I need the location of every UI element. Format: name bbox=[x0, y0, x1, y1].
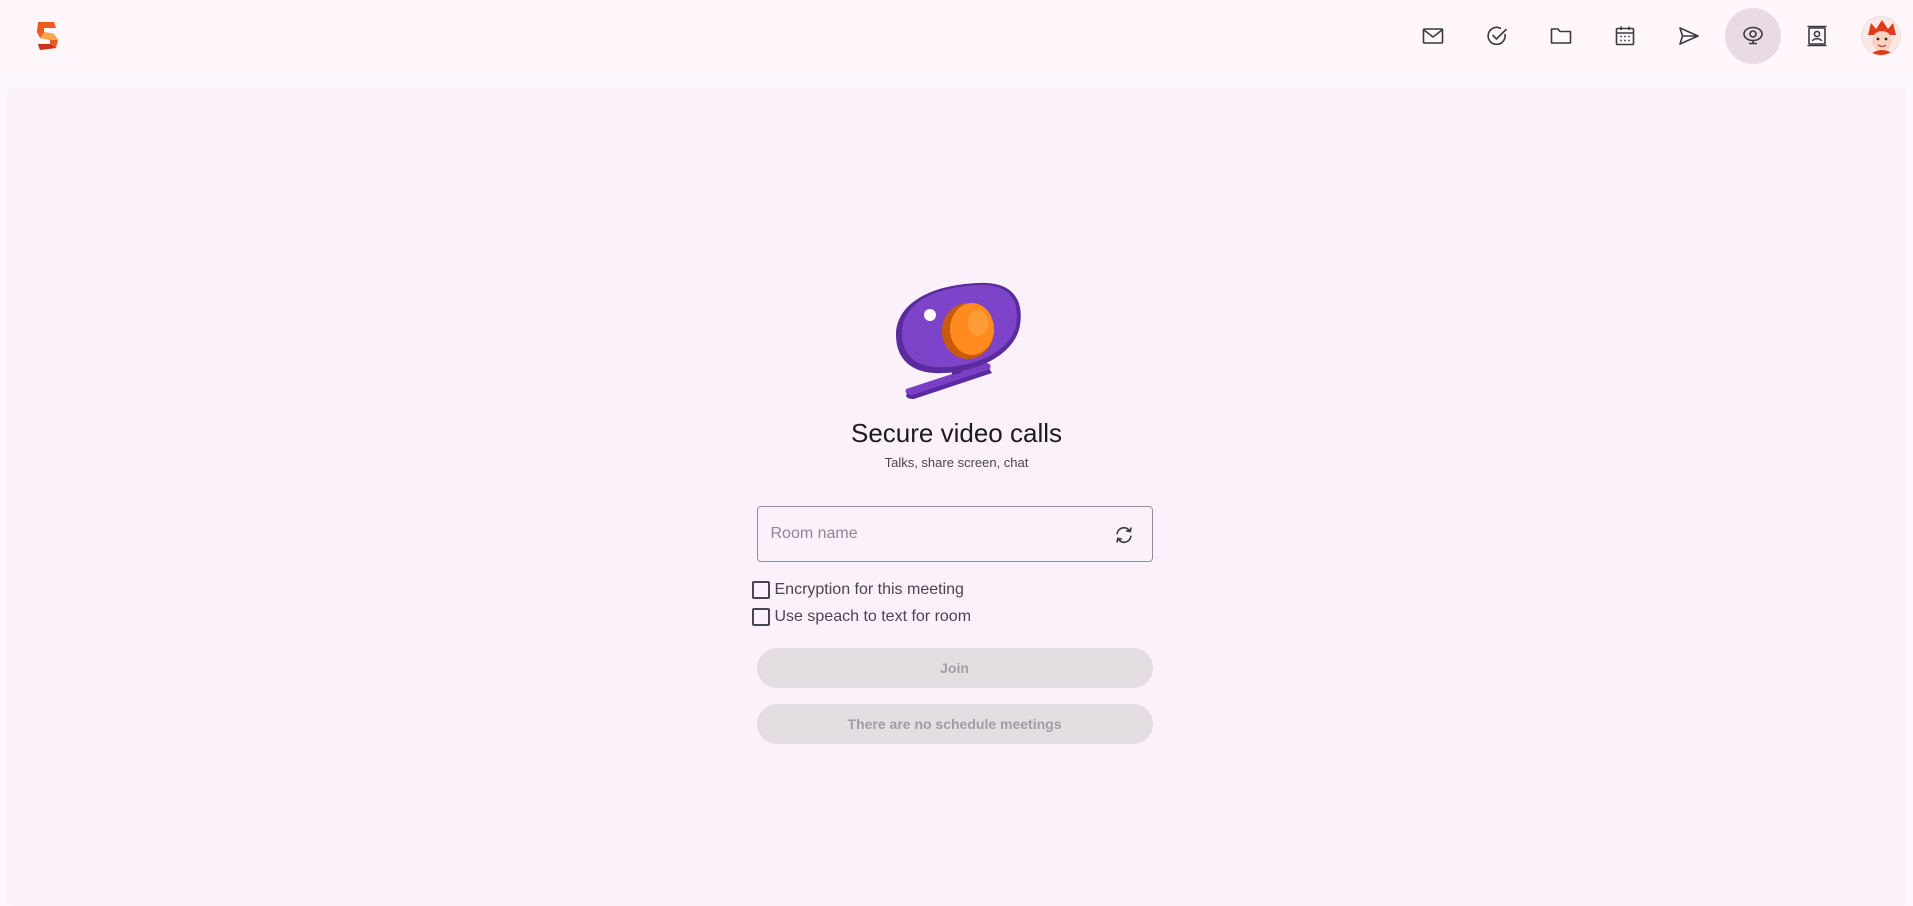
nav-contacts-button[interactable] bbox=[1789, 8, 1845, 64]
app-logo[interactable] bbox=[34, 20, 60, 52]
speech-to-text-checkbox[interactable] bbox=[751, 608, 770, 626]
mail-icon bbox=[1422, 28, 1444, 44]
refresh-icon bbox=[1115, 526, 1132, 544]
speech-to-text-label: Use speach to text for room bbox=[774, 608, 972, 625]
nav-tasks-button[interactable] bbox=[1469, 8, 1525, 64]
page-title: Secure video calls bbox=[851, 418, 1062, 448]
nav-files-button[interactable] bbox=[1533, 8, 1589, 64]
join-button[interactable]: Join bbox=[756, 648, 1153, 688]
folder-icon bbox=[1550, 28, 1572, 44]
check-circle-icon bbox=[1487, 26, 1507, 46]
contacts-icon bbox=[1807, 25, 1827, 47]
webcam-3d-icon bbox=[895, 282, 1021, 399]
nav-calendar-button[interactable] bbox=[1597, 8, 1653, 64]
user-avatar[interactable] bbox=[1861, 16, 1901, 56]
encryption-checkbox-row[interactable]: Encryption for this meeting bbox=[751, 581, 964, 599]
generate-room-button[interactable] bbox=[1104, 515, 1144, 555]
top-nav bbox=[1405, 8, 1905, 64]
speech-to-text-checkbox-row[interactable]: Use speach to text for room bbox=[751, 608, 972, 626]
top-bar bbox=[0, 0, 1913, 72]
send-icon bbox=[1679, 27, 1699, 45]
encryption-label: Encryption for this meeting bbox=[774, 581, 964, 598]
calendar-icon bbox=[1615, 26, 1635, 46]
encryption-checkbox[interactable] bbox=[751, 581, 770, 599]
nav-send-button[interactable] bbox=[1661, 8, 1717, 64]
scheduled-meetings-button[interactable]: There are no schedule meetings bbox=[756, 704, 1153, 744]
room-name-input[interactable] bbox=[770, 507, 1091, 561]
nav-video-button[interactable] bbox=[1725, 8, 1781, 64]
main-panel: Secure video calls Talks, share screen, … bbox=[7, 88, 1906, 906]
webcam-icon bbox=[1743, 26, 1763, 45]
avatar-image bbox=[1862, 17, 1900, 55]
room-name-field[interactable] bbox=[756, 506, 1153, 562]
page-subtitle: Talks, share screen, chat bbox=[884, 455, 1029, 470]
nav-mail-button[interactable] bbox=[1405, 8, 1461, 64]
